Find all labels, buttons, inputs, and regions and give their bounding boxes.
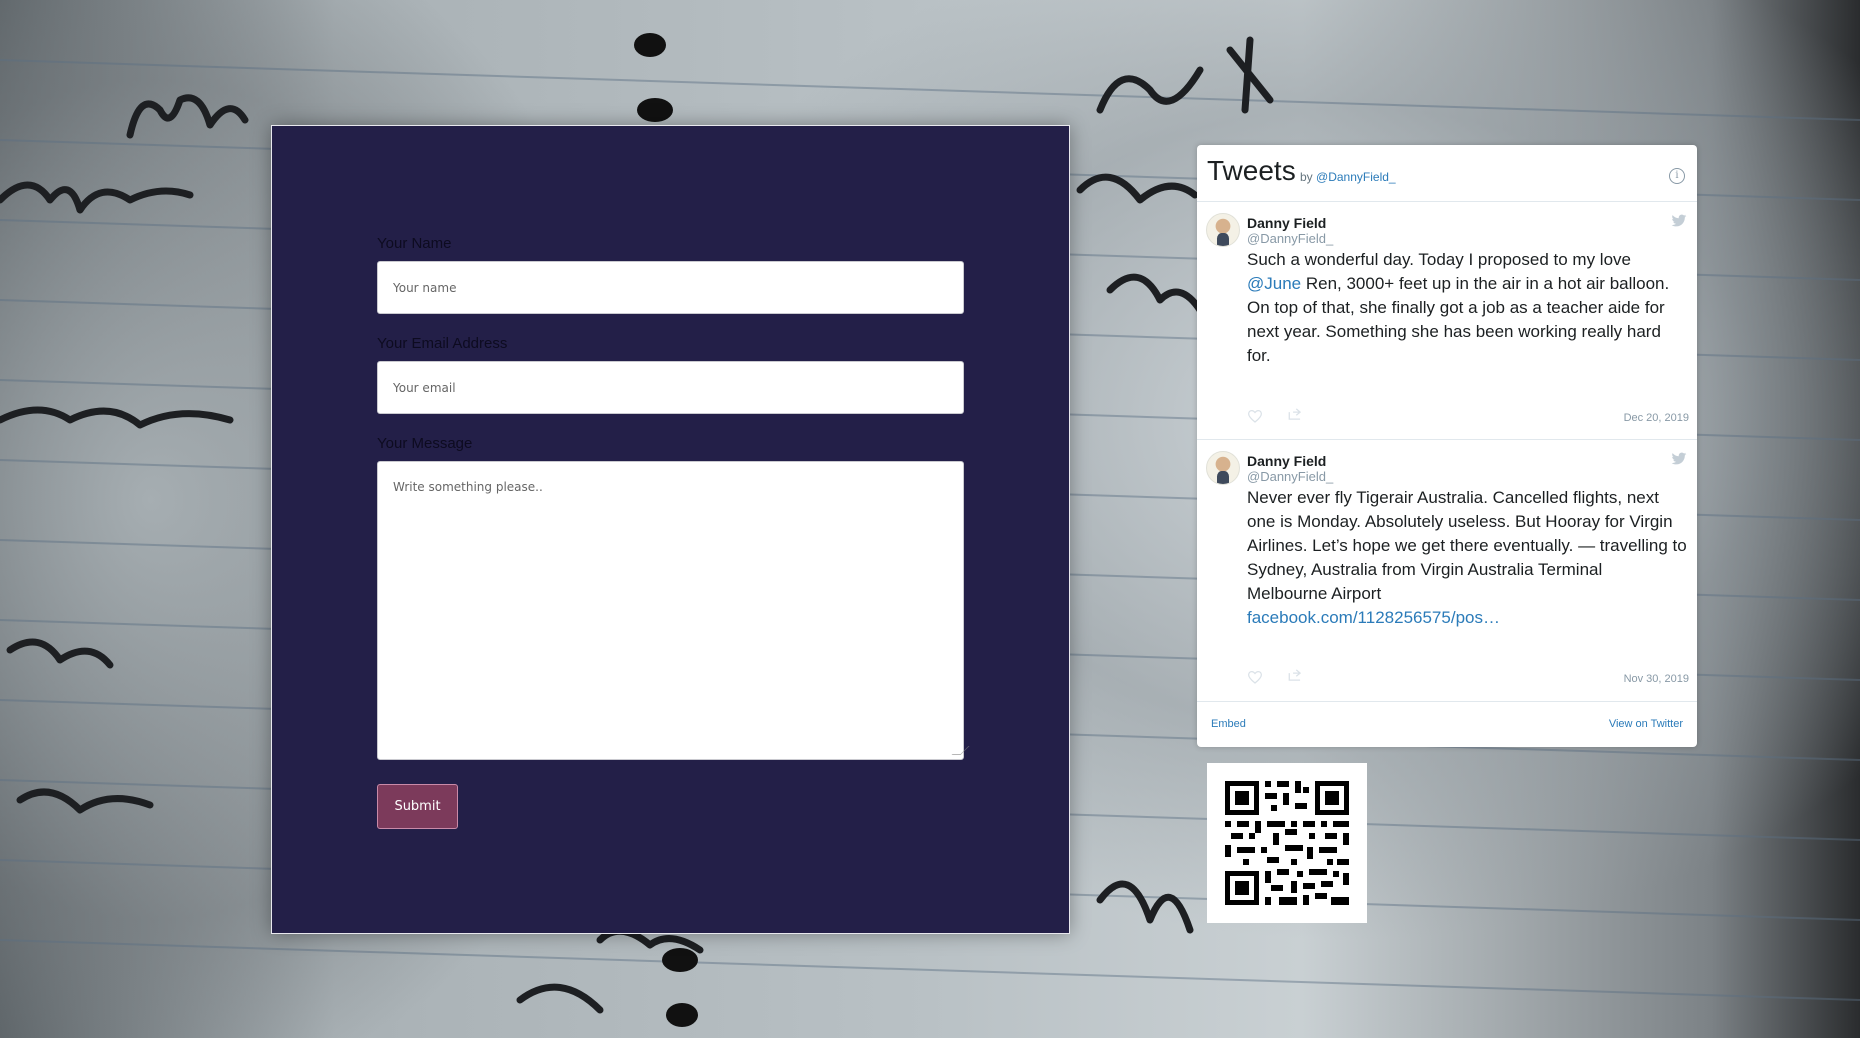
qr-code: [1207, 763, 1367, 923]
widget-footer: Embed View on Twitter: [1197, 702, 1697, 747]
avatar[interactable]: [1206, 213, 1240, 247]
tweet-link[interactable]: facebook.com/1128256575/pos…: [1247, 608, 1500, 627]
tweet-author-handle[interactable]: @DannyField_: [1247, 231, 1333, 246]
tweet-author-name[interactable]: Danny Field: [1247, 453, 1326, 469]
share-icon[interactable]: [1287, 668, 1303, 682]
share-icon[interactable]: [1287, 407, 1303, 421]
widget-title: Tweets: [1207, 155, 1296, 186]
twitter-bird-icon[interactable]: [1671, 214, 1687, 228]
tweet-author-handle[interactable]: @DannyField_: [1247, 469, 1333, 484]
email-label: Your Email Address: [377, 335, 508, 352]
tweet-author-name[interactable]: Danny Field: [1247, 215, 1326, 231]
tweet-text-part: Ren, 3000+ feet up in the air in a hot a…: [1247, 274, 1670, 365]
tweet-text: Such a wonderful day. Today I proposed t…: [1247, 248, 1687, 368]
tweet-date[interactable]: Nov 30, 2019: [1624, 673, 1689, 685]
widget-header: Tweets by @DannyField_ i: [1197, 145, 1697, 202]
heart-icon[interactable]: [1247, 409, 1263, 423]
tweet-text-part: Never ever fly Tigerair Australia. Cance…: [1247, 488, 1687, 603]
twitter-timeline-widget: Tweets by @DannyField_ i Danny Field @Da…: [1197, 145, 1697, 747]
message-textarea[interactable]: [377, 461, 964, 760]
view-on-twitter-link[interactable]: View on Twitter: [1609, 718, 1683, 730]
tweet-item[interactable]: Danny Field @DannyField_ Never ever fly …: [1197, 440, 1697, 702]
tweet-text-part: Such a wonderful day. Today I proposed t…: [1247, 250, 1631, 269]
tweet-date[interactable]: Dec 20, 2019: [1624, 412, 1689, 424]
email-input[interactable]: [377, 361, 964, 414]
heart-icon[interactable]: [1247, 670, 1263, 684]
embed-link[interactable]: Embed: [1211, 718, 1246, 730]
avatar[interactable]: [1206, 451, 1240, 485]
name-label: Your Name: [377, 235, 452, 252]
byline-prefix: by: [1300, 170, 1313, 184]
info-icon[interactable]: i: [1669, 168, 1685, 184]
byline-handle-link[interactable]: @DannyField_: [1316, 170, 1396, 184]
widget-byline: by @DannyField_: [1300, 170, 1396, 184]
tweet-text: Never ever fly Tigerair Australia. Cance…: [1247, 486, 1687, 630]
name-input[interactable]: [377, 261, 964, 314]
submit-button[interactable]: Submit: [377, 784, 458, 829]
tweet-item[interactable]: Danny Field @DannyField_ Such a wonderfu…: [1197, 202, 1697, 440]
contact-form-panel: Your Name Your Email Address Your Messag…: [271, 125, 1070, 934]
twitter-bird-icon[interactable]: [1671, 452, 1687, 466]
mention-link[interactable]: @June: [1247, 274, 1301, 293]
message-label: Your Message: [377, 435, 473, 452]
